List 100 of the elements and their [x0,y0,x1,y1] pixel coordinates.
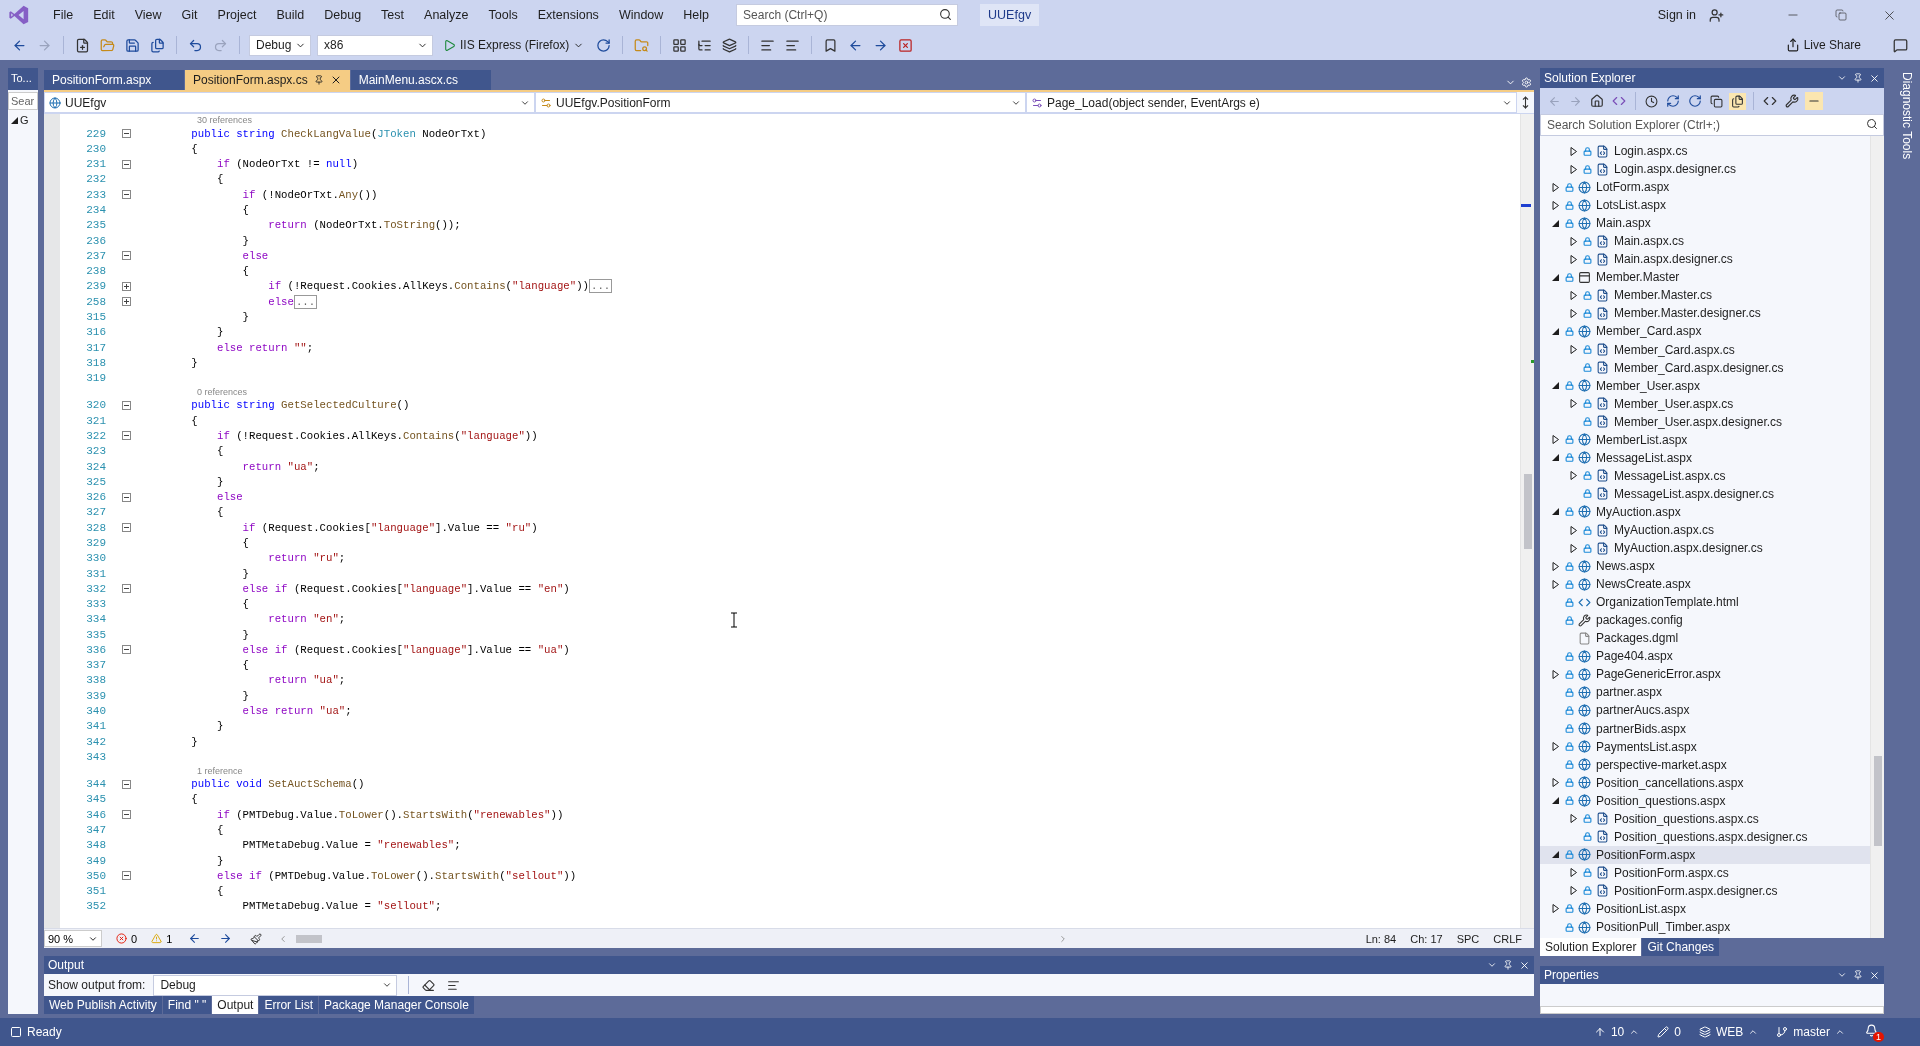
expand-icon[interactable] [121,297,131,307]
tree-item[interactable]: OrganizationTemplate.html [1540,593,1870,612]
tree-item[interactable]: Member_User.aspx.cs [1540,394,1870,413]
reference-count[interactable]: 1 reference [197,765,243,776]
tree-item[interactable]: NewsCreate.aspx [1540,575,1870,594]
collapse-icon[interactable] [121,584,131,594]
menu-item[interactable]: Git [172,4,207,26]
collapse-icon[interactable] [121,159,131,169]
collapse-icon[interactable] [121,190,131,200]
tree-item[interactable]: News.aspx [1540,557,1870,576]
panel-tab[interactable]: Find " " [162,996,212,1014]
tree-item[interactable]: Main.aspx.cs [1540,232,1870,251]
menu-item[interactable]: Help [674,4,719,26]
tree-item[interactable]: Position_cancellations.aspx [1540,773,1870,792]
tree-item[interactable]: Member.Master [1540,268,1870,287]
tree-item[interactable]: PositionForm.aspx.cs [1540,863,1870,882]
whitespace-indicator[interactable]: SPC [1456,932,1480,945]
tree-item[interactable]: partnerAucs.aspx [1540,701,1870,720]
collapse-icon[interactable] [121,492,131,502]
collapse-icon[interactable] [121,400,131,410]
home-button[interactable] [1588,92,1606,110]
show-all-files-button[interactable] [1729,92,1746,110]
collapsed-arrow-icon[interactable] [1552,742,1560,752]
document-tab[interactable]: MainMenu.ascx.cs [350,70,491,90]
menu-item[interactable]: Project [208,4,266,26]
expanded-arrow-icon[interactable] [11,116,18,124]
menu-item[interactable]: Build [267,4,314,26]
notifications-button[interactable]: 1 [1863,1021,1886,1043]
status-text[interactable]: Ready [10,1025,62,1039]
expanded-arrow-icon[interactable] [1552,507,1560,517]
tree-item[interactable]: PositionList.aspx [1540,899,1870,918]
document-tab[interactable]: PositionForm.aspx [44,70,184,90]
expanded-arrow-icon[interactable] [1552,327,1560,336]
menu-item[interactable]: Edit [84,4,124,26]
branch-indicator[interactable]: master [1776,1025,1845,1039]
search-field[interactable]: Search (Ctrl+Q) [736,4,959,26]
sign-in-link[interactable]: Sign in [1648,4,1705,26]
warning-count[interactable]: 1 [151,932,173,945]
repository-indicator[interactable]: WEB [1698,1025,1759,1039]
expanded-arrow-icon[interactable] [1552,272,1560,282]
tree-item[interactable]: Main.aspx [1540,214,1870,233]
tree-item[interactable]: PaymentsList.aspx [1540,737,1870,756]
menu-item[interactable]: Tools [479,4,527,26]
zoom-dropdown[interactable]: 90 % [44,930,102,947]
tree-item[interactable]: PositionForm.aspx.designer.cs [1540,881,1870,900]
expanded-arrow-icon[interactable] [1552,796,1560,806]
vertical-scrollbar[interactable] [1870,136,1884,938]
tree-item[interactable]: Page404.aspx [1540,647,1870,666]
collapse-icon[interactable] [121,779,131,789]
live-share-button[interactable]: Live Share [1781,36,1865,54]
collapse-icon[interactable] [121,645,131,655]
menu-item[interactable]: View [125,4,171,26]
collapse-icon[interactable] [121,129,131,139]
expanded-arrow-icon[interactable] [1552,381,1560,391]
menu-item[interactable]: Test [372,4,414,26]
expanded-arrow-icon[interactable] [1552,218,1560,228]
collapsed-arrow-icon[interactable] [1570,814,1578,824]
expanded-arrow-icon[interactable] [1552,453,1560,463]
tree-item[interactable]: MessageList.aspx.designer.cs [1540,484,1870,503]
collapsed-arrow-icon[interactable] [1552,435,1560,445]
tree-item[interactable]: Login.aspx.cs [1540,142,1870,161]
tree-item[interactable]: LotsList.aspx [1540,196,1870,215]
menu-item[interactable]: Debug [315,4,371,26]
type-dropdown[interactable]: UUEfgv.PositionForm [535,92,1026,113]
column-indicator[interactable]: Ch: 17 [1410,932,1443,945]
tree-item[interactable]: Member_Card.aspx [1540,322,1870,341]
collapsed-arrow-icon[interactable] [1552,778,1560,788]
line-indicator[interactable]: Ln: 84 [1365,932,1397,945]
refresh-button[interactable] [1686,92,1704,110]
tree-item[interactable]: Member.Master.cs [1540,286,1870,305]
pending-changes-button[interactable] [1643,92,1660,110]
collapse-icon[interactable] [121,810,131,820]
tree-item[interactable]: PositionForm.aspx [1540,845,1870,864]
collapse-icon[interactable] [121,523,131,533]
collapse-icon[interactable] [121,251,131,261]
settings-button[interactable] [1519,75,1534,90]
tree-item[interactable]: Member_Card.aspx.cs [1540,340,1870,359]
vertical-scrollbar[interactable] [1520,114,1534,928]
menu-item[interactable]: Window [609,4,673,26]
tree-item[interactable]: partnerBids.aspx [1540,719,1870,738]
tree-item[interactable]: Position_questions.aspx.designer.cs [1540,827,1870,846]
tree-item[interactable]: MessageList.aspx.cs [1540,466,1870,485]
reference-count[interactable]: 30 references [197,115,253,125]
reference-count[interactable]: 0 references [197,386,248,397]
expanded-arrow-icon[interactable] [1552,850,1560,860]
expand-icon[interactable] [121,281,131,291]
panel-tab[interactable]: Output [212,996,259,1014]
collapse-all-button[interactable] [1708,92,1725,110]
error-count[interactable]: 0 [116,932,138,945]
collapsed-arrow-icon[interactable] [1570,471,1578,481]
tree-item[interactable]: Position_questions.aspx.cs [1540,809,1870,828]
panel-tab[interactable]: Git Changes [1642,938,1720,956]
tree-item[interactable]: Member_User.aspx [1540,376,1870,395]
tree-item[interactable]: MyAuction.aspx [1540,502,1870,521]
menu-item[interactable]: Analyze [415,4,478,26]
tree-item[interactable]: MessageList.aspx [1540,448,1870,467]
tree-item[interactable]: MyAuction.aspx.designer.cs [1540,539,1870,558]
panel-tab[interactable]: Web Publish Activity [44,996,162,1014]
scrollbar-thumb[interactable] [296,934,323,943]
tree-item[interactable]: Member_Card.aspx.designer.cs [1540,358,1870,377]
